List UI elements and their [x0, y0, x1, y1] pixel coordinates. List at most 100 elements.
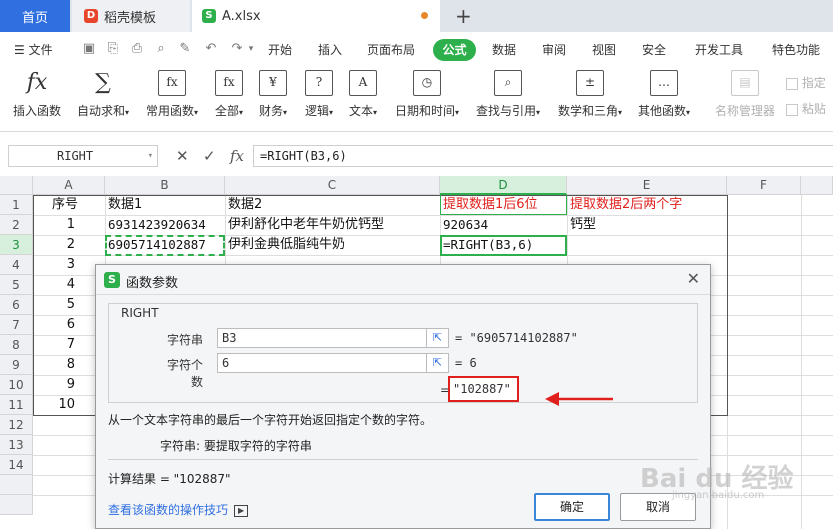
row-header-15[interactable]	[0, 475, 33, 495]
export-icon[interactable]: ⎘	[106, 42, 120, 56]
lookup-magnifier-icon: ⌕	[494, 70, 522, 96]
preview-icon[interactable]: ⌕	[154, 42, 168, 56]
cancel-x-icon[interactable]: ✕	[176, 147, 189, 165]
new-tab-plus-icon[interactable]: +	[455, 4, 472, 28]
define-name-button[interactable]: 指定	[786, 74, 832, 91]
menu-data[interactable]: 数据	[492, 41, 516, 58]
col-header-e[interactable]: E	[567, 176, 727, 195]
cell-c2[interactable]: 伊利舒化中老年牛奶优钙型	[228, 215, 384, 235]
finance-button[interactable]: ¥ 财务▾	[256, 70, 290, 119]
row-header-1[interactable]: 1	[0, 195, 33, 215]
row-header-2[interactable]: 2	[0, 215, 33, 235]
row-header-16[interactable]	[0, 495, 33, 515]
redo-icon[interactable]: ↷	[230, 42, 244, 56]
name-manager-button[interactable]: ▤ 名称管理器	[712, 70, 778, 119]
dialog-titlebar[interactable]: S 函数参数 ✕	[96, 265, 710, 295]
cell-d2[interactable]: 920634	[443, 215, 488, 235]
cell-b2[interactable]: 6931423920634	[108, 215, 206, 235]
datetime-button[interactable]: ◷ 日期和时间▾	[392, 70, 462, 119]
row-header-5[interactable]: 5	[0, 275, 33, 295]
row-header-10[interactable]: 10	[0, 375, 33, 395]
tab-template[interactable]: D 稻壳模板	[72, 0, 190, 32]
help-link[interactable]: 查看该函数的操作技巧 ▶	[108, 501, 249, 518]
menu-developer[interactable]: 开发工具	[695, 41, 743, 58]
cell-b1[interactable]: 数据1	[108, 195, 142, 215]
menu-formulas[interactable]: 公式	[433, 39, 476, 61]
menu-file-label: 文件	[28, 43, 53, 57]
col-header-d[interactable]: D	[440, 176, 567, 195]
cell-e1[interactable]: 提取数据2后两个字	[570, 195, 682, 215]
row-header-8[interactable]: 8	[0, 335, 33, 355]
cell-c3[interactable]: 伊利金典低脂纯牛奶	[228, 235, 345, 255]
row-header-4[interactable]: 4	[0, 255, 33, 275]
name-box-dropdown-icon[interactable]: ▾	[148, 146, 153, 166]
row-header-9[interactable]: 9	[0, 355, 33, 375]
cell-c1[interactable]: 数据2	[228, 195, 262, 215]
logic-label: 逻辑	[304, 104, 329, 118]
question-icon: ?	[305, 70, 333, 96]
logic-button[interactable]: ? 逻辑▾	[302, 70, 336, 119]
menu-features[interactable]: 特色功能	[772, 41, 820, 58]
cell-a3[interactable]: 2	[33, 235, 105, 255]
row-header-11[interactable]: 11	[0, 395, 33, 415]
other-functions-button[interactable]: … 其他函数▾	[634, 70, 694, 119]
col-header-c[interactable]: C	[225, 176, 440, 195]
cell-a2[interactable]: 1	[33, 215, 105, 235]
fx-button-icon[interactable]: fx	[230, 147, 244, 165]
menu-review[interactable]: 审阅	[542, 41, 566, 58]
common-functions-button[interactable]: fx 常用函数▾	[142, 70, 202, 119]
save-icon[interactable]: ▣	[82, 42, 96, 56]
row-header-6[interactable]: 6	[0, 295, 33, 315]
function-description: 从一个文本字符串的最后一个字符开始返回指定个数的字符。	[108, 413, 433, 427]
menu-security[interactable]: 安全	[642, 41, 666, 58]
ok-button[interactable]: 确定	[534, 493, 610, 521]
arg-num-input[interactable]: 6	[217, 353, 427, 373]
col-header-f[interactable]: F	[727, 176, 801, 195]
name-box-value: RIGHT	[57, 149, 94, 163]
menu-page-layout[interactable]: 页面布局	[367, 41, 415, 58]
ribbon: fx 插入函数 ∑ 自动求和▾ fx 常用函数▾ fx 全部▾ ¥ 财务▾ ? …	[0, 66, 833, 132]
name-box[interactable]: RIGHT ▾	[8, 145, 158, 167]
tab-home[interactable]: 首页	[0, 0, 70, 32]
range-picker-icon[interactable]: ⇱	[427, 353, 449, 373]
undo-icon[interactable]: ↶	[204, 42, 218, 56]
menu-view[interactable]: 视图	[592, 41, 616, 58]
confirm-check-icon[interactable]: ✓	[203, 147, 216, 165]
tab-bar: 首页 D 稻壳模板 S A.xlsx +	[0, 0, 833, 32]
math-button[interactable]: ± 数学和三角▾	[554, 70, 626, 119]
more-chevron-icon[interactable]: ▾	[244, 42, 258, 56]
col-header-b[interactable]: B	[105, 176, 225, 195]
menu-file[interactable]: ☰ 文件	[14, 41, 53, 58]
select-all-corner[interactable]	[0, 176, 33, 195]
text-button[interactable]: A 文本▾	[346, 70, 380, 119]
cell-e2[interactable]: 钙型	[570, 215, 596, 235]
argument-row-num: 字符个数 6 ⇱ = 6	[109, 353, 697, 389]
all-functions-button[interactable]: fx 全部▾	[212, 70, 246, 119]
row-header-7[interactable]: 7	[0, 315, 33, 335]
format-painter-icon[interactable]: ✎	[178, 42, 192, 56]
menu-insert[interactable]: 插入	[318, 41, 342, 58]
menu-start[interactable]: 开始	[268, 41, 292, 58]
formula-input[interactable]: =RIGHT(B3,6)	[253, 145, 833, 167]
text-a-icon: A	[349, 70, 377, 96]
print-icon[interactable]: ⎙	[130, 42, 144, 56]
lookup-button[interactable]: ⌕ 查找与引用▾	[472, 70, 544, 119]
arg-text-input[interactable]: B3	[217, 328, 427, 348]
col-header-g[interactable]	[801, 176, 833, 195]
tab-file[interactable]: S A.xlsx	[192, 0, 440, 32]
close-icon[interactable]: ✕	[687, 269, 700, 288]
cell-a1[interactable]: 序号	[52, 195, 78, 215]
row-header-12[interactable]: 12	[0, 415, 33, 435]
unsaved-dot-icon[interactable]	[421, 12, 428, 19]
row-header-14[interactable]: 14	[0, 455, 33, 475]
col-header-a[interactable]: A	[33, 176, 105, 195]
row-header-13[interactable]: 13	[0, 435, 33, 455]
menu-bar: ☰ 文件 ▣ ⎘ ⎙ ⌕ ✎ ↶ ↷ ▾ 开始 插入 页面布局 公式 数据 审阅…	[0, 32, 833, 66]
range-picker-icon[interactable]: ⇱	[427, 328, 449, 348]
paste-name-button[interactable]: 粘贴	[786, 100, 832, 117]
autosum-button[interactable]: ∑ 自动求和▾	[74, 70, 132, 119]
row-header-3[interactable]: 3	[0, 235, 33, 255]
insert-function-button[interactable]: fx 插入函数	[10, 70, 64, 119]
arg-num-result: = 6	[455, 356, 477, 370]
fx-icon: fx	[26, 70, 48, 95]
